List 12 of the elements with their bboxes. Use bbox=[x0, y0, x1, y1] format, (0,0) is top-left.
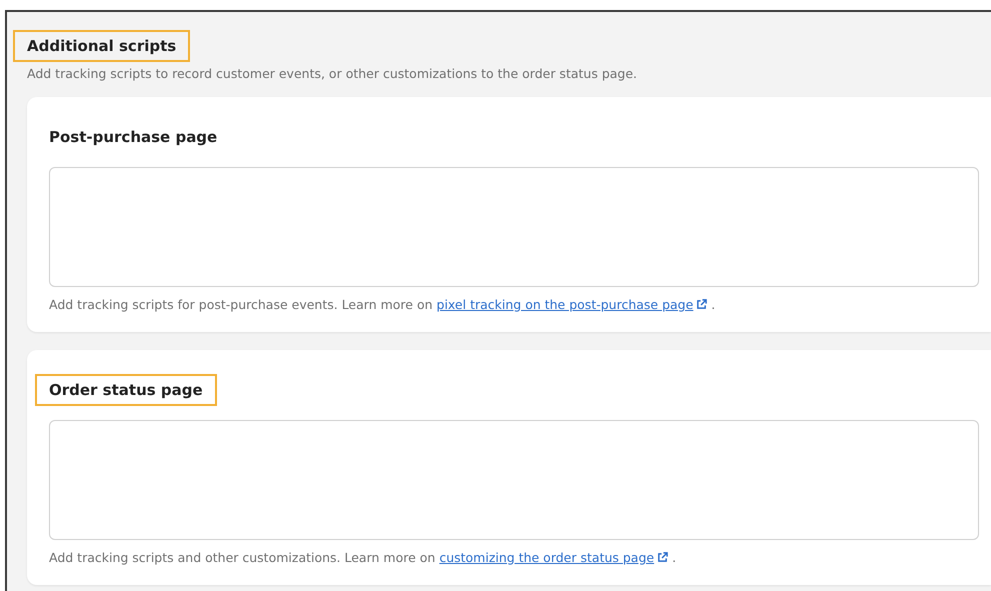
card-title: Post-purchase page bbox=[48, 127, 218, 148]
external-link-icon bbox=[657, 552, 668, 563]
script-input-field[interactable] bbox=[49, 167, 979, 287]
card-title: Order status page bbox=[35, 374, 217, 406]
help-text: Add tracking scripts for post-purchase events. Learn more on pixel tracking on the post-purchase page . bbox=[49, 297, 716, 312]
script-input-field[interactable] bbox=[49, 420, 979, 540]
help-link[interactable]: customizing the order status page bbox=[439, 550, 668, 565]
help-link[interactable]: pixel tracking on the post-purchase page bbox=[436, 297, 708, 312]
section-title: Additional scripts bbox=[13, 30, 190, 62]
external-link-icon bbox=[696, 299, 708, 310]
section-description: Add tracking scripts to record customer events, or other customizations to the order status page. bbox=[27, 66, 638, 81]
help-text: Add tracking scripts and other customizations. Learn more on customizing the order status page . bbox=[49, 550, 678, 565]
